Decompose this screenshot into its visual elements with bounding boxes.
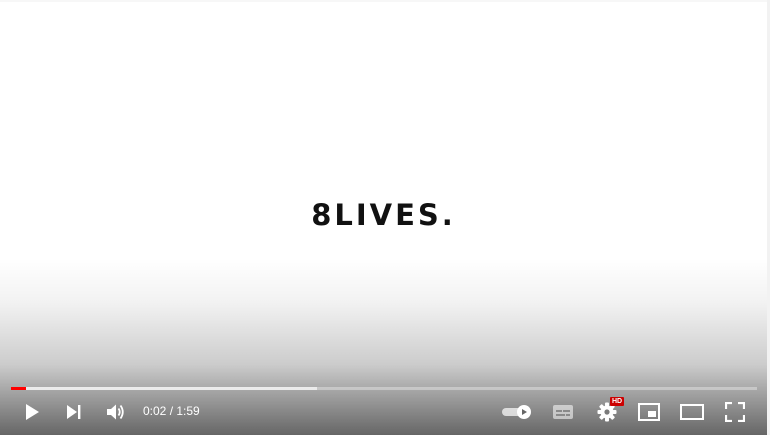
progress-loaded — [11, 387, 317, 390]
autoplay-toggle[interactable] — [498, 396, 536, 428]
control-bar: 0:02 / 1:59 HD — [0, 396, 767, 428]
mute-button[interactable] — [100, 396, 132, 428]
subtitles-icon — [553, 405, 573, 419]
hd-badge: HD — [610, 397, 625, 406]
play-button[interactable] — [16, 396, 48, 428]
player-top-edge — [0, 0, 770, 2]
miniplayer-icon — [638, 403, 660, 421]
play-icon — [26, 404, 39, 420]
current-time: 0:02 — [143, 404, 167, 418]
theater-mode-button[interactable] — [674, 396, 710, 428]
next-button[interactable] — [58, 396, 90, 428]
settings-button[interactable]: HD — [590, 396, 625, 428]
fullscreen-icon — [725, 402, 745, 422]
progress-bar[interactable] — [11, 387, 757, 390]
theater-mode-icon — [680, 404, 704, 420]
video-logo-text: 8LIVES. — [311, 198, 456, 232]
volume-icon — [107, 404, 124, 420]
time-separator: / — [166, 404, 177, 418]
video-player[interactable]: 8LIVES. 0:02 / 1:59 HD — [0, 0, 770, 435]
fullscreen-button[interactable] — [718, 396, 752, 428]
subtitles-button[interactable] — [546, 396, 580, 428]
duration: 1:59 — [176, 404, 200, 418]
time-display: 0:02 / 1:59 — [143, 404, 200, 418]
miniplayer-button[interactable] — [632, 396, 666, 428]
autoplay-toggle-icon — [502, 405, 531, 419]
progress-played — [11, 387, 26, 390]
next-icon — [67, 405, 81, 419]
